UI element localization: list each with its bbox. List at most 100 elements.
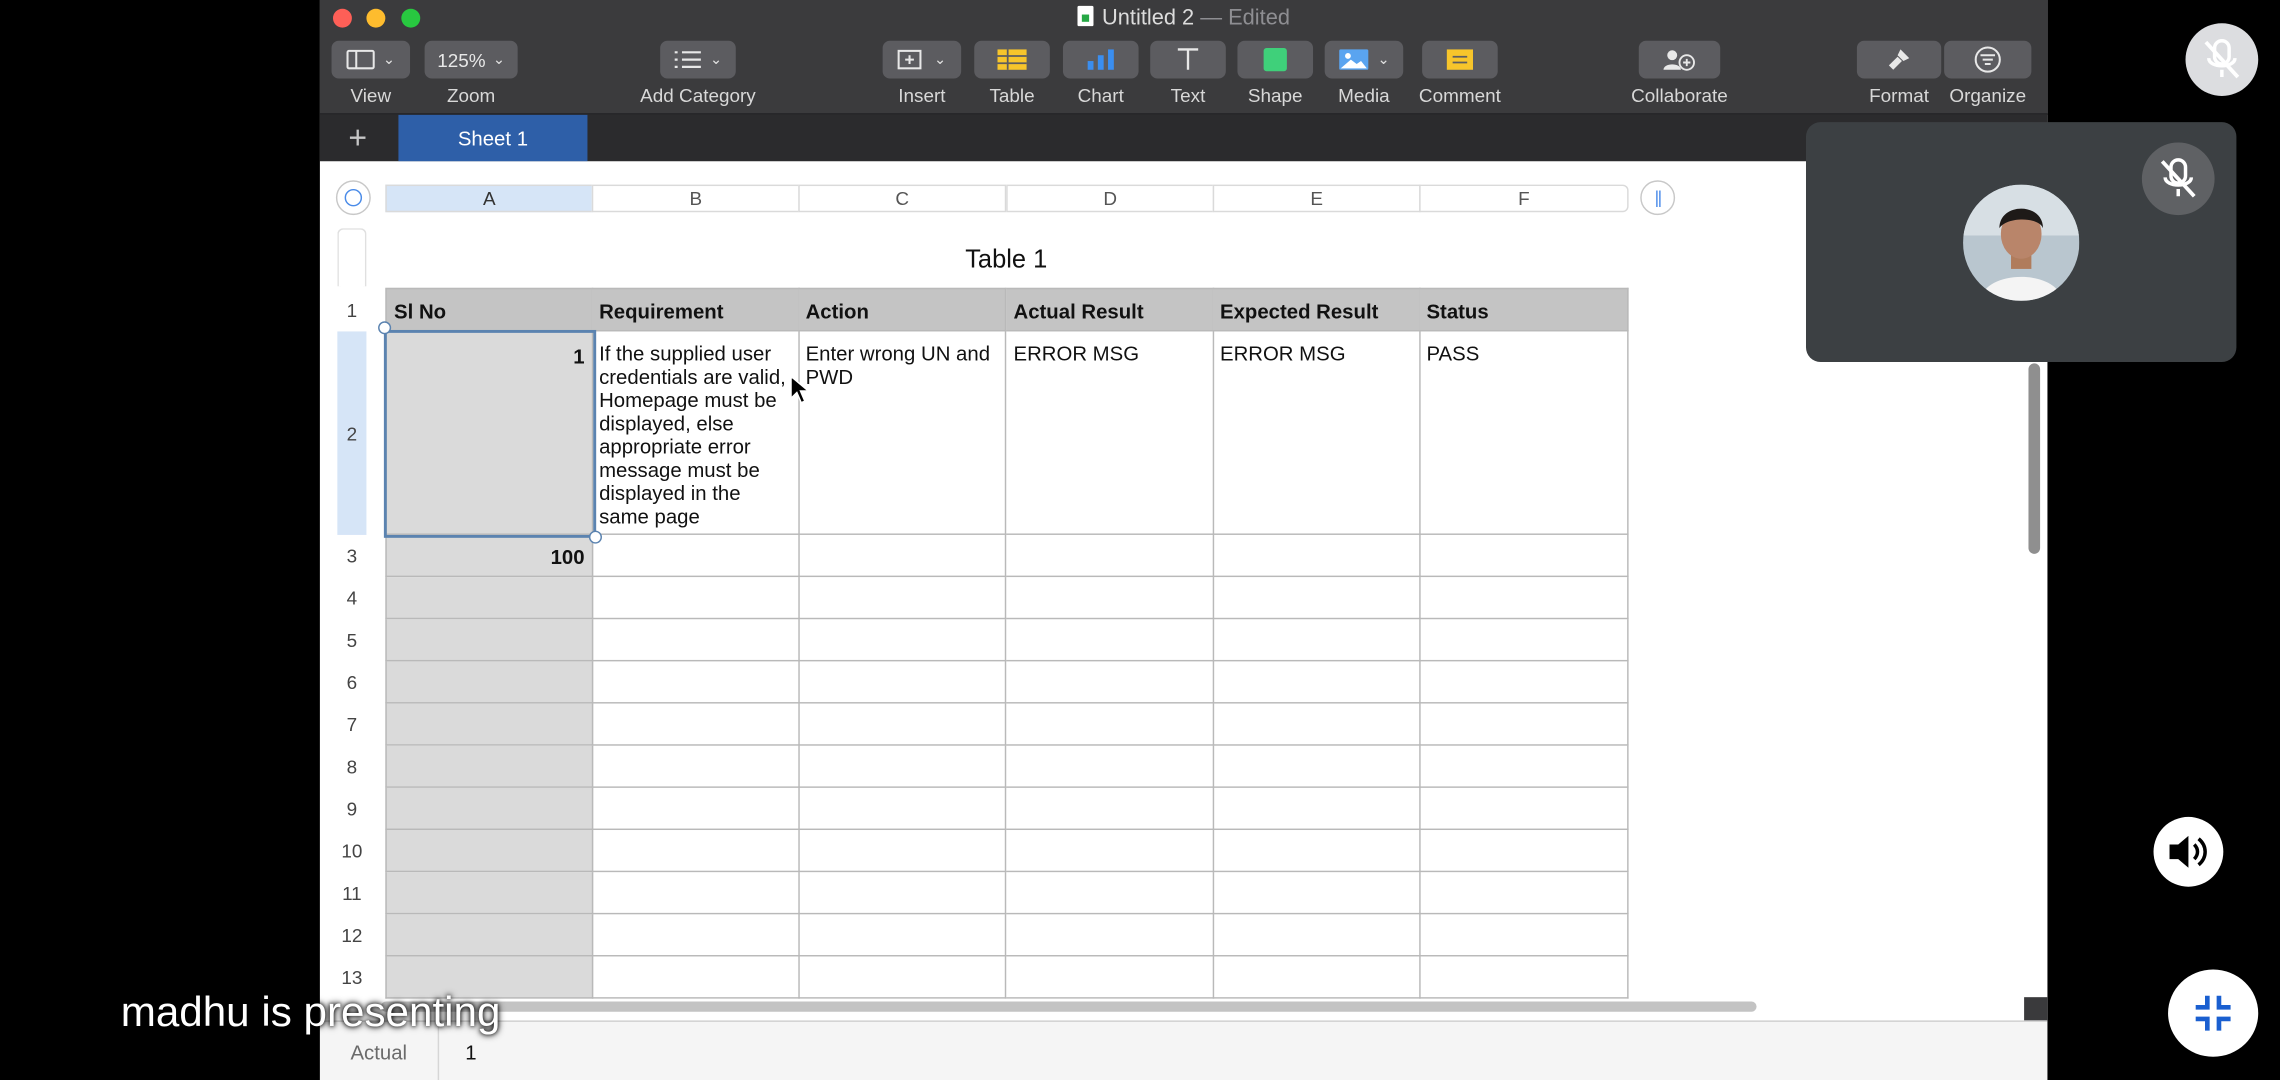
header-cell[interactable]: Requirement: [591, 287, 800, 332]
table-cell[interactable]: [1212, 534, 1421, 578]
table-cell[interactable]: [1212, 787, 1421, 831]
table-cell[interactable]: [1006, 534, 1215, 578]
table-cell[interactable]: [385, 872, 594, 915]
table-cell[interactable]: [1006, 914, 1215, 957]
table-cell[interactable]: [385, 577, 594, 620]
row-header-1[interactable]: 1: [337, 288, 366, 332]
selection-handle-top-left[interactable]: [378, 321, 392, 335]
insert-button[interactable]: ⌄: [882, 40, 962, 79]
comment-button[interactable]: [1422, 40, 1498, 79]
table-cell[interactable]: [798, 872, 1007, 915]
table-cell[interactable]: [1419, 703, 1629, 746]
row-header-11[interactable]: 11: [337, 872, 366, 914]
table-cell[interactable]: [798, 956, 1007, 999]
table-cell[interactable]: [1006, 703, 1215, 746]
table-cell[interactable]: [798, 914, 1007, 957]
table-cell[interactable]: [591, 956, 800, 999]
row-header-12[interactable]: 12: [337, 914, 366, 956]
table-cell[interactable]: [1212, 914, 1421, 957]
add-sheet-button[interactable]: +: [320, 115, 396, 162]
table-title[interactable]: Table 1: [385, 244, 1627, 275]
column-header-a[interactable]: A: [385, 184, 594, 213]
table-cell[interactable]: [1006, 619, 1215, 662]
table-cell[interactable]: [1419, 619, 1629, 662]
table-cell[interactable]: [798, 661, 1007, 704]
table-cell[interactable]: [591, 703, 800, 746]
header-cell[interactable]: Status: [1419, 287, 1629, 332]
participant-tile[interactable]: [1805, 122, 2237, 362]
table-cell[interactable]: [1419, 956, 1629, 999]
header-cell[interactable]: Action: [798, 287, 1007, 332]
table-cell[interactable]: [591, 787, 800, 831]
header-cell[interactable]: Expected Result: [1212, 287, 1421, 332]
row-header-3[interactable]: 3: [337, 535, 366, 577]
table-cell[interactable]: ERROR MSG: [1006, 331, 1215, 535]
shape-button[interactable]: [1237, 40, 1314, 79]
table-cell[interactable]: [385, 914, 594, 957]
row-header-7[interactable]: 7: [337, 704, 366, 746]
volume-button[interactable]: [2153, 816, 2224, 887]
table-cell[interactable]: [798, 577, 1007, 620]
table-cell[interactable]: [591, 577, 800, 620]
table-cell[interactable]: [1006, 872, 1215, 915]
format-button[interactable]: [1856, 40, 1942, 79]
table-cell[interactable]: [798, 703, 1007, 746]
view-button[interactable]: ⌄: [331, 40, 411, 79]
vertical-scrollbar[interactable]: [2028, 363, 2041, 554]
add-column-handle[interactable]: ||: [1640, 180, 1676, 216]
column-header-c[interactable]: C: [798, 184, 1007, 213]
table-cell[interactable]: [1419, 745, 1629, 788]
header-cell[interactable]: Actual Result: [1006, 287, 1215, 332]
table-cell[interactable]: [1419, 872, 1629, 915]
collaborate-button[interactable]: [1638, 40, 1721, 79]
table-cell[interactable]: 100: [385, 534, 594, 578]
exit-fullscreen-button[interactable]: [2168, 969, 2259, 1057]
table-cell[interactable]: [1419, 914, 1629, 957]
media-button[interactable]: ⌄: [1324, 40, 1404, 79]
table-cell[interactable]: [1006, 787, 1215, 831]
mic-muted-button[interactable]: [2185, 23, 2259, 96]
organize-button[interactable]: [1944, 40, 2032, 79]
table-cell[interactable]: [798, 830, 1007, 873]
table-cell[interactable]: [798, 534, 1007, 578]
table-cell[interactable]: [591, 830, 800, 873]
table-cell[interactable]: [1419, 534, 1629, 578]
horizontal-scrollbar[interactable]: [380, 1001, 1757, 1012]
table-cell[interactable]: [1006, 577, 1215, 620]
table-cell[interactable]: [591, 534, 800, 578]
table-cell[interactable]: [591, 745, 800, 788]
table-cell[interactable]: Enter wrong UN and PWD: [798, 331, 1007, 535]
column-header-e[interactable]: E: [1212, 184, 1421, 213]
table-button[interactable]: [974, 40, 1050, 79]
table-cell[interactable]: [385, 830, 594, 873]
tab-sheet-1[interactable]: Sheet 1: [398, 114, 588, 162]
row-header-6[interactable]: 6: [337, 661, 366, 703]
table-cell[interactable]: [1006, 830, 1215, 873]
table-cell[interactable]: [798, 787, 1007, 831]
table-cell[interactable]: [385, 745, 594, 788]
table-cell[interactable]: [1212, 577, 1421, 620]
header-cell[interactable]: Sl No: [385, 287, 594, 332]
column-header-f[interactable]: F: [1419, 184, 1629, 213]
row-header-9[interactable]: 9: [337, 788, 366, 830]
table-cell[interactable]: [591, 661, 800, 704]
table-cell[interactable]: [591, 914, 800, 957]
table-cell[interactable]: [1006, 745, 1215, 788]
table-cell[interactable]: [1212, 830, 1421, 873]
table-cell[interactable]: ERROR MSG: [1212, 331, 1421, 535]
table-cell[interactable]: [591, 619, 800, 662]
zoom-select[interactable]: 125% ⌄: [424, 40, 518, 79]
row-header-2[interactable]: 2: [337, 331, 367, 535]
table-cell[interactable]: [385, 661, 594, 704]
table-cell[interactable]: [1006, 661, 1215, 704]
table-cell[interactable]: If the supplied user credentials are val…: [591, 331, 800, 535]
column-header-d[interactable]: D: [1006, 184, 1215, 213]
table-cell[interactable]: [1212, 619, 1421, 662]
table-cell[interactable]: [1419, 787, 1629, 831]
table-cell[interactable]: [1419, 661, 1629, 704]
table-cell[interactable]: [385, 703, 594, 746]
table-cell[interactable]: [1419, 830, 1629, 873]
column-header-b[interactable]: B: [591, 184, 800, 213]
table-cell[interactable]: [1006, 956, 1215, 999]
table-cell[interactable]: [1212, 745, 1421, 788]
